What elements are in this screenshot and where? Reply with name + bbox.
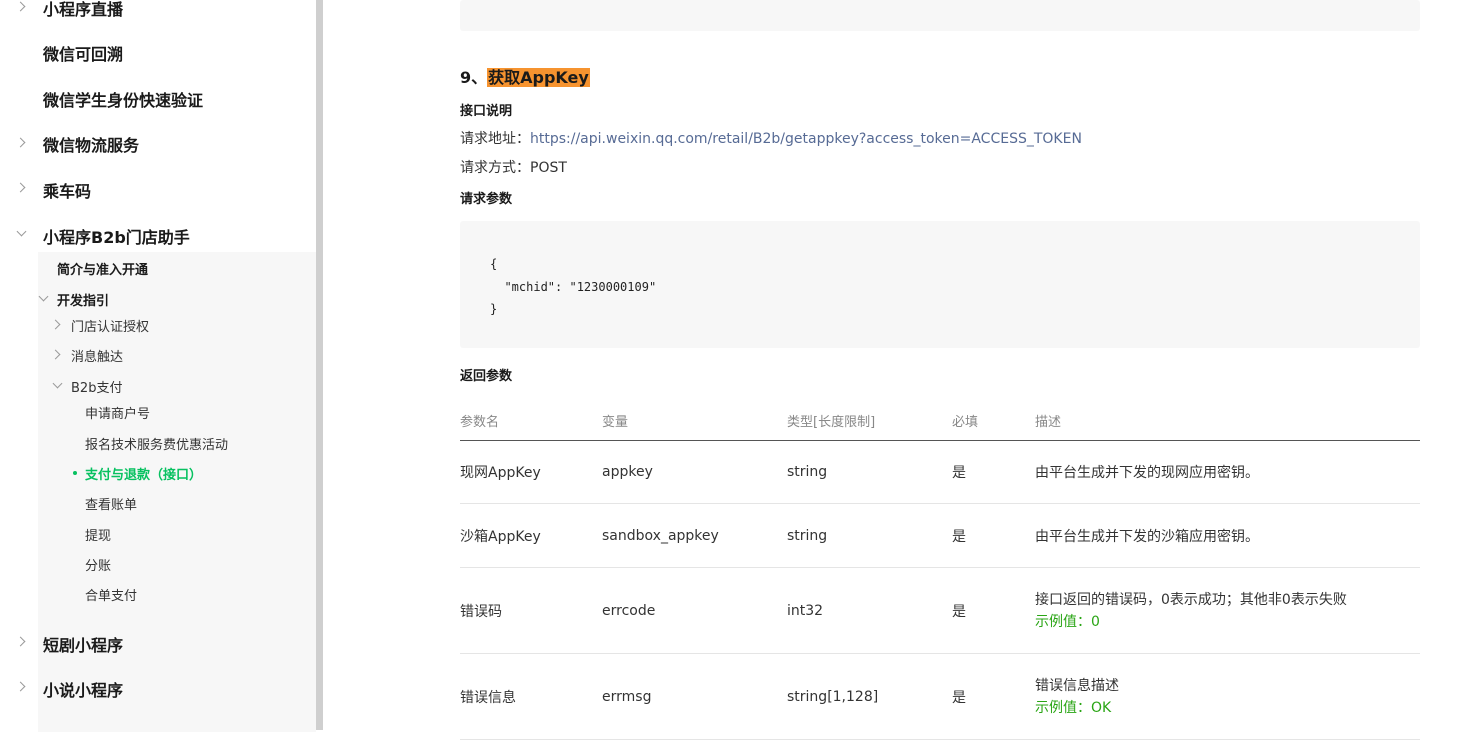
desc-text: 接口返回的错误码，0表示成功；其他非0表示失败 (1035, 591, 1347, 608)
param-required: 是 (952, 503, 1035, 568)
request-url-link[interactable]: https://api.weixin.qq.com/retail/B2b/get… (530, 131, 1082, 147)
desc-example: 示例值：OK (1035, 699, 1112, 716)
sidebar-item-merchant-apply[interactable]: 申请商户号 (85, 403, 150, 422)
active-dot-icon (73, 471, 77, 475)
sidebar-scrollbar[interactable] (316, 0, 323, 730)
sidebar-item-message[interactable]: 消息触达 (71, 346, 123, 365)
chevron-right-icon[interactable] (15, 137, 26, 148)
table-row: 现网AppKey appkey string 是 由平台生成并下发的现网应用密钥… (460, 440, 1420, 504)
section-title-highlight: 获取AppKey (487, 68, 590, 87)
sidebar-item-bill[interactable]: 查看账单 (85, 494, 137, 513)
table-row: 错误码 errcode int32 是 接口返回的错误码，0表示成功；其他非0表… (460, 567, 1420, 654)
request-method-value: POST (530, 160, 567, 176)
chevron-right-icon[interactable] (15, 182, 26, 193)
param-desc: 错误信息描述 示例值：OK (1035, 653, 1420, 740)
desc-text: 由平台生成并下发的现网应用密钥。 (1035, 465, 1259, 481)
table-header-row: 参数名 变量 类型[长度限制] 必填 描述 (460, 400, 1420, 441)
param-name: 错误码 (460, 567, 602, 654)
request-method-line: 请求方式：POST (460, 157, 567, 177)
prev-code-block (460, 0, 1420, 31)
sidebar-item-combined-pay[interactable]: 合单支付 (85, 585, 137, 604)
param-var: errmsg (602, 653, 787, 740)
column-header: 必填 (952, 400, 1035, 441)
intro-heading: 接口说明 (460, 104, 513, 119)
section-heading: 9、获取AppKey (460, 64, 590, 88)
sidebar-item-dev-guide[interactable]: 开发指引 (57, 290, 109, 309)
request-url-line: 请求地址：https://api.weixin.qq.com/retail/B2… (460, 128, 1082, 148)
sidebar-item-split[interactable]: 分账 (85, 555, 111, 574)
chevron-right-icon[interactable] (15, 636, 26, 647)
param-desc: 接口返回的错误码，0表示成功；其他非0表示失败 示例值：0 (1035, 567, 1420, 654)
param-name: 沙箱AppKey (460, 503, 602, 568)
param-required: 是 (952, 567, 1035, 654)
sidebar-item-logistics[interactable]: 微信物流服务 (43, 132, 139, 156)
desc-text: 由平台生成并下发的沙箱应用密钥。 (1035, 528, 1259, 545)
sidebar-item-b2b-pay[interactable]: B2b支付 (71, 377, 122, 396)
sidebar-item-b2b-assistant[interactable]: 小程序B2b门店助手 (43, 224, 190, 248)
column-header: 描述 (1035, 400, 1420, 441)
sidebar-item-fee-promo[interactable]: 报名技术服务费优惠活动 (85, 434, 228, 453)
column-header: 类型[长度限制] (787, 400, 952, 441)
sidebar-item-live[interactable]: 小程序直播 (43, 0, 123, 20)
desc-text: 错误信息描述 (1035, 677, 1119, 694)
chevron-right-icon[interactable] (15, 1, 26, 12)
doc-content: 9、获取AppKey 接口说明 请求地址：https://api.weixin.… (323, 0, 1463, 740)
section-number: 9、 (460, 68, 488, 87)
code-sample: { "mchid": "1230000109" } (490, 257, 657, 316)
sidebar-item-withdraw[interactable]: 提现 (85, 525, 111, 544)
column-header: 变量 (602, 400, 787, 441)
response-params-table: 参数名 变量 类型[长度限制] 必填 描述 现网AppKey appkey st… (460, 400, 1420, 740)
request-params-heading: 请求参数 (460, 192, 513, 207)
column-header: 参数名 (460, 400, 602, 441)
param-name: 现网AppKey (460, 440, 602, 504)
sidebar-item-student-verify[interactable]: 微信学生身份快速验证 (43, 87, 203, 111)
param-type: string[1,128] (787, 653, 952, 740)
sidebar-nav: 小程序直播 微信可回溯 微信学生身份快速验证 微信物流服务 乘车码 小程序B2b… (0, 0, 316, 732)
param-var: errcode (602, 567, 787, 654)
chevron-down-icon[interactable] (16, 226, 27, 237)
desc-example: 示例值：0 (1035, 613, 1100, 630)
param-type: int32 (787, 567, 952, 654)
table-row: 沙箱AppKey sandbox_appkey string 是 由平台生成并下… (460, 503, 1420, 568)
param-var: sandbox_appkey (602, 503, 787, 568)
sidebar-item-ride-code[interactable]: 乘车码 (43, 178, 91, 202)
chevron-right-icon[interactable] (15, 681, 26, 692)
param-desc: 由平台生成并下发的沙箱应用密钥。 (1035, 503, 1420, 568)
table-row: 错误信息 errmsg string[1,128] 是 错误信息描述 示例值：O… (460, 653, 1420, 740)
param-required: 是 (952, 440, 1035, 504)
sidebar-item-pay-refund[interactable]: 支付与退款（接口） (85, 464, 202, 483)
sidebar-item-short-drama[interactable]: 短剧小程序 (43, 632, 123, 656)
param-type: string (787, 503, 952, 568)
response-params-heading: 返回参数 (460, 369, 513, 384)
sidebar-item-novel[interactable]: 小说小程序 (43, 677, 123, 701)
param-var: appkey (602, 440, 787, 504)
param-required: 是 (952, 653, 1035, 740)
sidebar-item-store-auth[interactable]: 门店认证授权 (71, 316, 149, 335)
sidebar-item-intro[interactable]: 简介与准入开通 (57, 259, 148, 278)
code-block: { "mchid": "1230000109" } (460, 221, 1420, 348)
param-name: 错误信息 (460, 653, 602, 740)
request-method-label: 请求方式： (460, 160, 530, 176)
sidebar-item-traceback[interactable]: 微信可回溯 (43, 41, 123, 65)
param-desc: 由平台生成并下发的现网应用密钥。 (1035, 440, 1420, 504)
param-type: string (787, 440, 952, 504)
request-url-label: 请求地址： (460, 131, 530, 147)
